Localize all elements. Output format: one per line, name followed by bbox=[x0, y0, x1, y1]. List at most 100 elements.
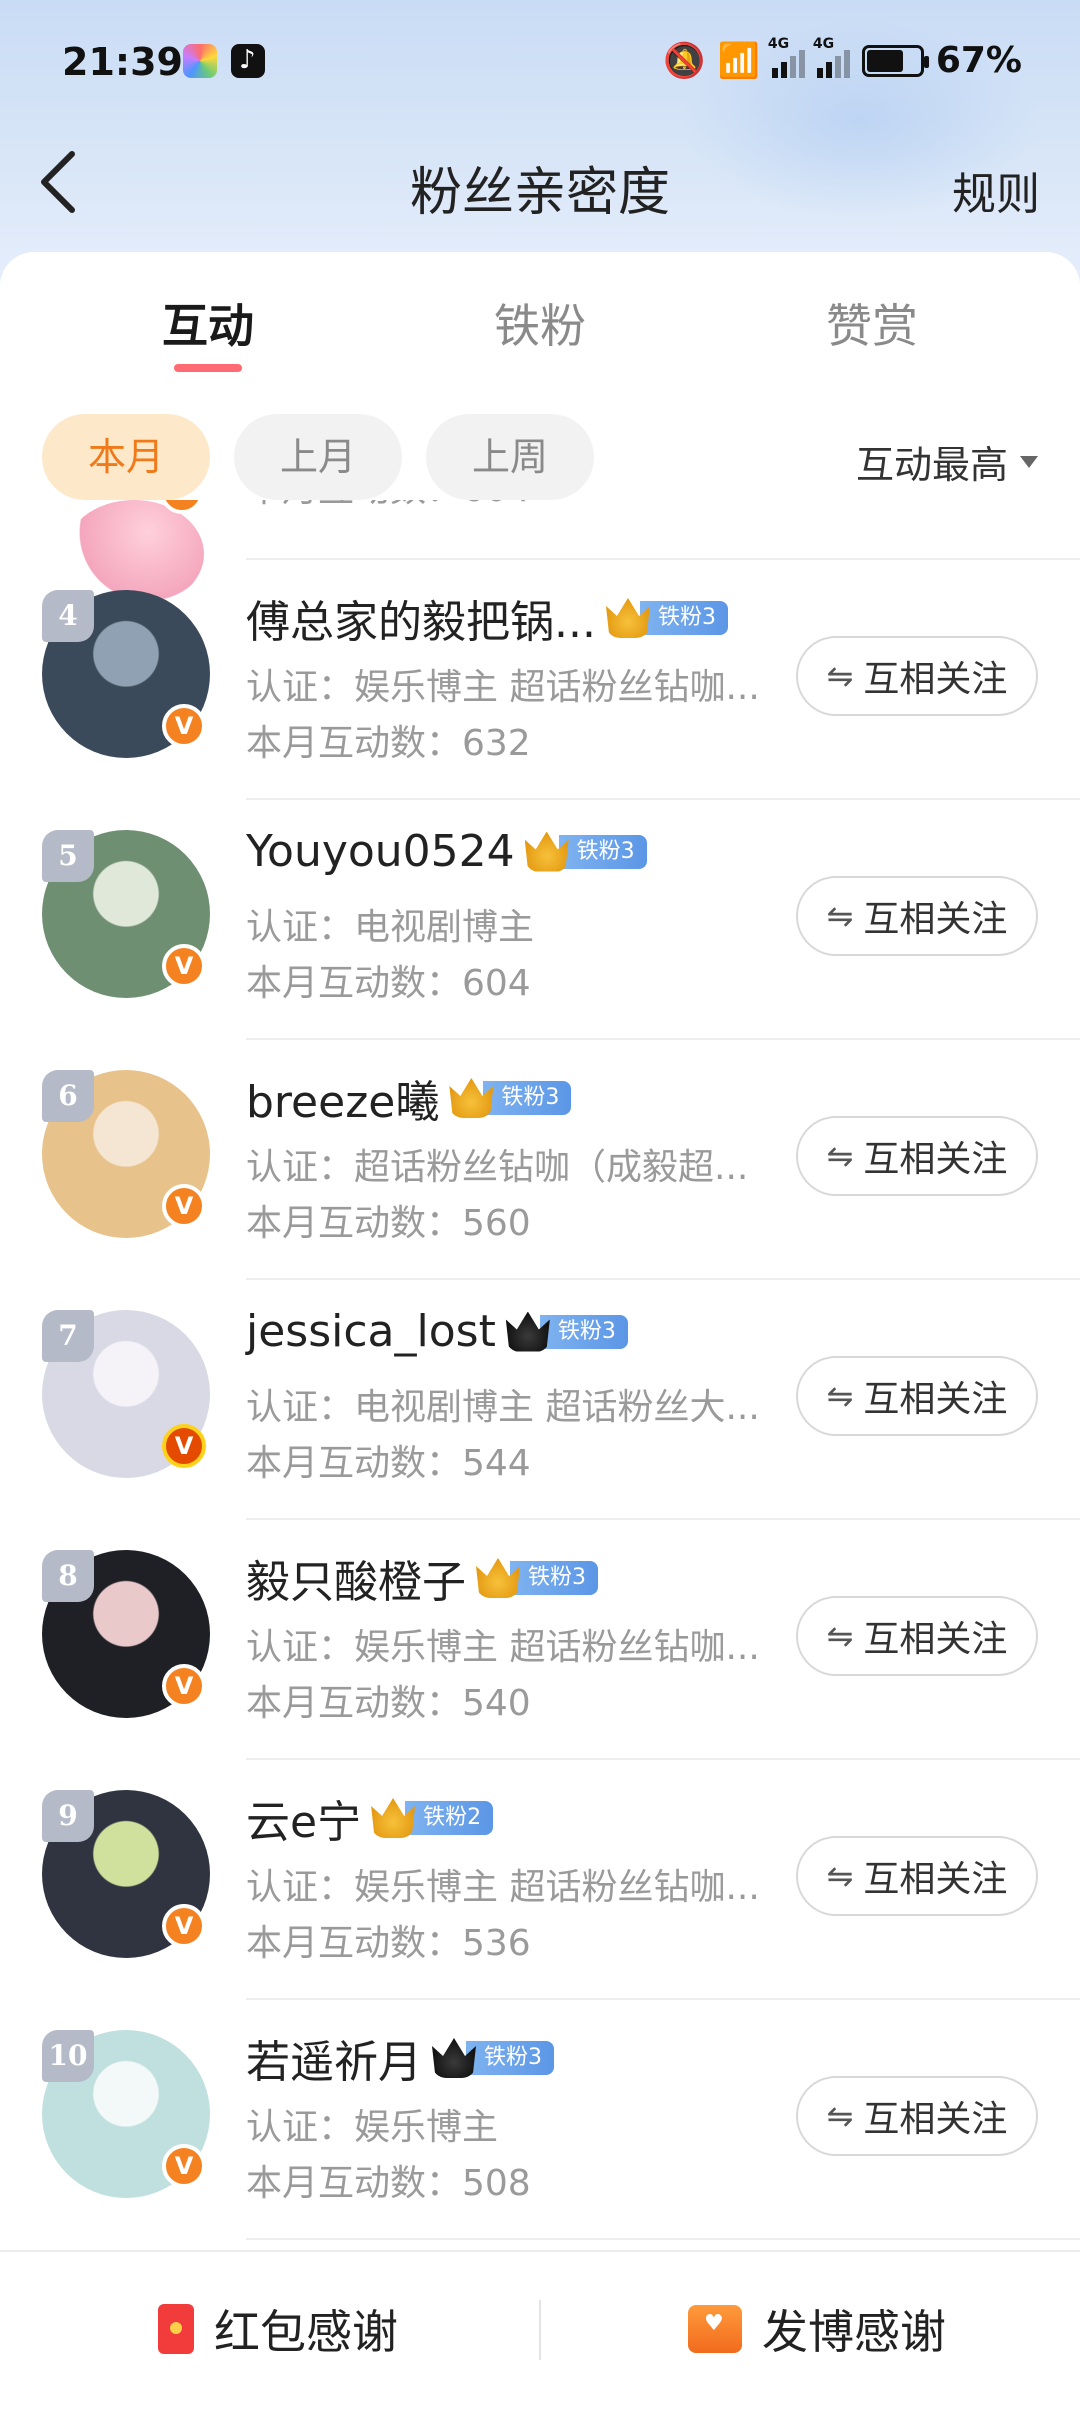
fan-level-label: 铁粉2 bbox=[405, 1801, 494, 1835]
swap-arrows-icon: ⇋ bbox=[826, 1377, 854, 1415]
name-line: 傅总家的毅把锅... 铁粉3 bbox=[246, 586, 728, 650]
interaction-count: 本月互动数：508 bbox=[246, 2163, 531, 2204]
certification-text: 认证：电视剧博主 bbox=[246, 907, 535, 948]
filter-last-month[interactable]: 上月 bbox=[234, 414, 402, 500]
list-item[interactable]: 5 V Youyou0524 铁粉3 认证：电视剧博主 本月互动数：604 ⇋ … bbox=[0, 800, 1080, 1040]
interaction-count: 本月互动数：604 bbox=[246, 500, 531, 512]
swap-arrows-icon: ⇋ bbox=[826, 1617, 854, 1655]
swap-arrows-icon: ⇋ bbox=[826, 2097, 854, 2135]
follow-label: 互相关注 bbox=[863, 899, 1008, 940]
tab-rewards[interactable]: 赞赏 bbox=[762, 290, 982, 356]
caret-down-icon bbox=[1020, 455, 1038, 468]
list-item[interactable]: 9 V 云e宁 铁粉2 认证：娱乐博主 超话粉丝钻咖... 本月互动数：536 … bbox=[0, 1760, 1080, 2000]
sort-label: 互动最高 bbox=[855, 443, 1008, 487]
swap-arrows-icon: ⇋ bbox=[826, 1857, 854, 1895]
verified-badge: V bbox=[162, 1424, 206, 1468]
swap-arrows-icon: ⇋ bbox=[826, 1137, 854, 1175]
post-thanks-label: 发博感谢 bbox=[762, 2305, 946, 2359]
rank-badge: 7 bbox=[42, 1310, 94, 1362]
user-name[interactable]: 傅总家的毅把锅... bbox=[246, 586, 596, 650]
iron-fan-badge: 铁粉3 bbox=[505, 1311, 628, 1352]
certification-text: 认证：电视剧博主 超话粉丝大... bbox=[246, 1387, 760, 1428]
interaction-count: 本月互动数：632 bbox=[246, 723, 531, 764]
user-name[interactable]: breeze曦 bbox=[246, 1066, 439, 1130]
user-name[interactable]: 毅只酸橙子 bbox=[246, 1546, 466, 1610]
filter-last-week[interactable]: 上周 bbox=[426, 414, 594, 500]
name-line: 若遥祈月 铁粉3 bbox=[246, 2026, 554, 2090]
fan-level-label: 铁粉3 bbox=[466, 2041, 554, 2075]
name-line: 云e宁 铁粉2 bbox=[246, 1786, 494, 1850]
fan-level-label: 铁粉3 bbox=[639, 601, 728, 635]
fan-level-label: 铁粉3 bbox=[510, 1561, 598, 1595]
certification-text: 认证：超话粉丝钻咖（成毅超... bbox=[246, 1147, 749, 1188]
redpack-thanks-button[interactable]: 红包感谢 bbox=[158, 2296, 398, 2362]
list-item[interactable]: 6 V breeze曦 铁粉3 认证：超话粉丝钻咖（成毅超... 本月互动数：5… bbox=[0, 1040, 1080, 1280]
interaction-count: 本月互动数：560 bbox=[246, 1203, 531, 1244]
fan-list: V 本月互动数：604 4 V 傅总家的毅把锅... 铁粉3 认证：娱乐博主 超… bbox=[0, 500, 1080, 2248]
verified-badge: V bbox=[162, 944, 206, 988]
iron-fan-badge: 铁粉3 bbox=[432, 2038, 554, 2078]
home-indicator-area bbox=[0, 2376, 1080, 2414]
rank-badge: 4 bbox=[42, 590, 94, 642]
interaction-count: 本月互动数：544 bbox=[246, 1443, 531, 1484]
filter-this-month[interactable]: 本月 bbox=[42, 414, 210, 500]
name-line: Youyou0524 铁粉3 bbox=[246, 826, 647, 877]
follow-label: 互相关注 bbox=[863, 1859, 1008, 1900]
user-name[interactable]: jessica_lost bbox=[246, 1306, 496, 1357]
mute-bell-icon: 🔕 bbox=[663, 40, 706, 81]
app-notification-icon bbox=[183, 44, 217, 78]
battery-icon bbox=[861, 44, 929, 77]
rank-badge: 6 bbox=[42, 1070, 94, 1122]
verified-badge: V bbox=[162, 2144, 206, 2188]
list-item[interactable]: 10 V 若遥祈月 铁粉3 认证：娱乐博主 本月互动数：508 ⇋ 互相关注 bbox=[0, 2000, 1080, 2240]
rank-badge: 9 bbox=[42, 1790, 94, 1842]
swap-arrows-icon: ⇋ bbox=[826, 657, 854, 695]
mutual-follow-button[interactable]: ⇋ 互相关注 bbox=[796, 2076, 1038, 2156]
divider bbox=[246, 2238, 1080, 2240]
iron-fan-badge: 铁粉3 bbox=[449, 1078, 572, 1118]
page-title: 粉丝亲密度 bbox=[409, 163, 670, 223]
active-tab-indicator bbox=[174, 364, 242, 372]
status-bar: 21:39 🔕 📶 4G 4G 67% bbox=[0, 0, 1080, 120]
cell-signal-icon: 4G bbox=[813, 36, 850, 78]
tab-interaction[interactable]: 互动 bbox=[98, 290, 318, 356]
interaction-count: 本月互动数：604 bbox=[246, 963, 531, 1004]
mutual-follow-button[interactable]: ⇋ 互相关注 bbox=[796, 1836, 1038, 1916]
fan-level-label: 铁粉3 bbox=[483, 1081, 572, 1115]
rules-link[interactable]: 规则 bbox=[952, 158, 1040, 222]
tiktok-notification-icon bbox=[231, 44, 265, 78]
follow-label: 互相关注 bbox=[863, 1379, 1008, 1420]
divider bbox=[539, 2300, 541, 2360]
post-thanks-button[interactable]: 发博感谢 bbox=[688, 2296, 946, 2362]
certification-text: 认证：娱乐博主 超话粉丝钻咖... bbox=[246, 1627, 760, 1668]
mutual-follow-button[interactable]: ⇋ 互相关注 bbox=[796, 1356, 1038, 1436]
red-packet-icon bbox=[158, 2304, 194, 2354]
user-name[interactable]: 云e宁 bbox=[246, 1786, 361, 1850]
user-name[interactable]: 若遥祈月 bbox=[246, 2026, 422, 2090]
certification-text: 认证：娱乐博主 超话粉丝钻咖... bbox=[246, 1867, 760, 1908]
iron-fan-badge: 铁粉2 bbox=[371, 1798, 494, 1838]
certification-text: 认证：娱乐博主 超话粉丝钻咖... bbox=[246, 667, 760, 708]
mutual-follow-button[interactable]: ⇋ 互相关注 bbox=[796, 1596, 1038, 1676]
verified-badge: V bbox=[162, 1904, 206, 1948]
list-item[interactable]: 8 V 毅只酸橙子 铁粉3 认证：娱乐博主 超话粉丝钻咖... 本月互动数：54… bbox=[0, 1520, 1080, 1760]
fan-level-label: 铁粉3 bbox=[558, 834, 647, 869]
fan-level-label: 铁粉3 bbox=[539, 1314, 628, 1349]
verified-badge: V bbox=[162, 704, 206, 748]
mutual-follow-button[interactable]: ⇋ 互相关注 bbox=[796, 876, 1038, 956]
status-time: 21:39 bbox=[62, 40, 183, 84]
tab-bar: 互动 铁粉 赞赏 bbox=[0, 290, 1080, 380]
user-name[interactable]: Youyou0524 bbox=[246, 826, 515, 877]
tab-iron-fans[interactable]: 铁粉 bbox=[430, 290, 650, 356]
list-item[interactable]: 4 V 傅总家的毅把锅... 铁粉3 认证：娱乐博主 超话粉丝钻咖... 本月互… bbox=[0, 560, 1080, 800]
mutual-follow-button[interactable]: ⇋ 互相关注 bbox=[796, 1116, 1038, 1196]
rank-badge: 10 bbox=[42, 2030, 94, 2082]
cell-signal-icon: 4G bbox=[768, 36, 805, 78]
interaction-count: 本月互动数：540 bbox=[246, 1683, 531, 1724]
list-item[interactable]: V 本月互动数：604 bbox=[0, 500, 1080, 608]
list-item[interactable]: 7 V jessica_lost 铁粉3 认证：电视剧博主 超话粉丝大... 本… bbox=[0, 1280, 1080, 1520]
mutual-follow-button[interactable]: ⇋ 互相关注 bbox=[796, 636, 1038, 716]
sort-dropdown[interactable]: 互动最高 bbox=[856, 434, 1038, 489]
rank-badge: 5 bbox=[42, 830, 94, 882]
iron-fan-badge: 铁粉3 bbox=[605, 598, 728, 638]
